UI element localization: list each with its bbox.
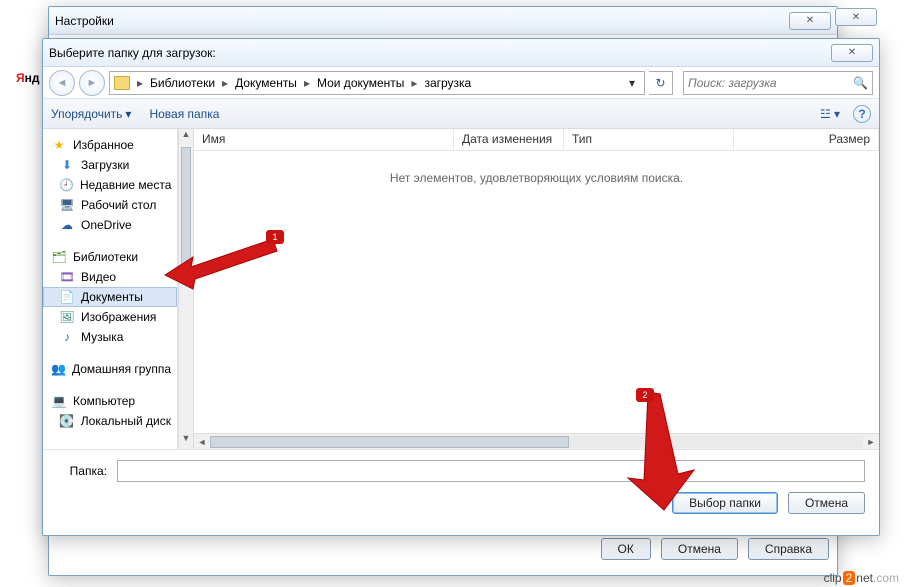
- dialog-title: Выберите папку для загрузок:: [49, 46, 831, 60]
- horizontal-scrollbar[interactable]: ◄ ►: [194, 433, 879, 449]
- cancel-button[interactable]: Отмена: [661, 538, 738, 560]
- desktop-icon: 🖥: [59, 197, 75, 213]
- music-icon: ♪: [59, 329, 75, 345]
- close-icon: ✕: [848, 47, 856, 58]
- nav-scrollbar[interactable]: ▲ ▼: [178, 129, 194, 449]
- video-icon: 🎞: [59, 269, 75, 285]
- scroll-up-button[interactable]: ▲: [179, 129, 193, 145]
- documents-icon: 📄: [59, 289, 75, 305]
- file-list-area: Имя Дата изменения Тип Размер Нет элемен…: [194, 129, 879, 449]
- onedrive-icon: ☁: [59, 217, 75, 233]
- background-brand: Янд: [16, 62, 40, 88]
- nav-video[interactable]: 🎞Видео: [43, 267, 177, 287]
- main-area: ★Избранное ⬇Загрузки 🕘Недавние места 🖥Ра…: [43, 129, 879, 449]
- folder-input[interactable]: [117, 460, 865, 482]
- close-icon: ✕: [806, 15, 814, 26]
- breadcrumb-item[interactable]: Документы: [232, 76, 300, 90]
- column-type[interactable]: Тип: [564, 129, 734, 150]
- settings-titlebar[interactable]: Настройки ✕: [49, 7, 837, 35]
- help-icon[interactable]: ?: [853, 105, 871, 123]
- disk-icon: 💽: [59, 413, 75, 429]
- close-button[interactable]: ✕: [789, 12, 831, 30]
- breadcrumb-item[interactable]: Библиотеки: [147, 76, 218, 90]
- chevron-right-icon: ▸: [135, 76, 145, 90]
- breadcrumb-item[interactable]: Мои документы: [314, 76, 407, 90]
- toolbar: Упорядочить▾ Новая папка ☳ ▾ ?: [43, 99, 879, 129]
- nav-localdisk[interactable]: 💽Локальный диск: [43, 411, 177, 431]
- dialog-footer: Папка: Выбор папки Отмена: [43, 449, 879, 524]
- settings-title: Настройки: [55, 14, 789, 28]
- dialog-titlebar[interactable]: Выберите папку для загрузок: ✕: [43, 39, 879, 67]
- column-headers: Имя Дата изменения Тип Размер: [194, 129, 879, 151]
- view-options-button[interactable]: ☳ ▾: [817, 104, 843, 124]
- nav-favorites[interactable]: ★Избранное: [43, 135, 177, 155]
- watermark: clip2net.com: [824, 571, 899, 585]
- nav-homegroup[interactable]: 👥Домашняя группа: [43, 359, 177, 379]
- help-button[interactable]: Справка: [748, 538, 829, 560]
- close-button[interactable]: ✕: [831, 44, 873, 62]
- scroll-right-button[interactable]: ►: [863, 437, 879, 447]
- folder-icon: [114, 76, 130, 90]
- column-date[interactable]: Дата изменения: [454, 129, 564, 150]
- cancel-button[interactable]: Отмена: [788, 492, 865, 514]
- breadcrumb-item[interactable]: загрузка: [421, 76, 474, 90]
- nav-music[interactable]: ♪Музыка: [43, 327, 177, 347]
- search-box[interactable]: 🔍: [683, 71, 873, 95]
- new-folder-button[interactable]: Новая папка: [149, 107, 219, 121]
- scroll-thumb[interactable]: [210, 436, 569, 448]
- empty-message: Нет элементов, удовлетворяющих условиям …: [194, 151, 879, 433]
- navigation-pane: ★Избранное ⬇Загрузки 🕘Недавние места 🖥Ра…: [43, 129, 178, 449]
- breadcrumb-dropdown[interactable]: ▾: [624, 76, 640, 90]
- chevron-right-icon: ▸: [302, 76, 312, 90]
- computer-icon: 💻: [51, 393, 67, 409]
- search-icon[interactable]: 🔍: [853, 76, 868, 90]
- close-icon: ✕: [852, 12, 860, 23]
- libraries-icon: 🗂: [51, 249, 67, 265]
- chevron-right-icon: ▸: [220, 76, 230, 90]
- homegroup-icon: 👥: [51, 361, 66, 377]
- chevron-right-icon: ▸: [409, 76, 419, 90]
- background-close-button[interactable]: ✕: [835, 8, 877, 26]
- download-icon: ⬇: [59, 157, 75, 173]
- recent-icon: 🕘: [59, 177, 74, 193]
- scroll-thumb[interactable]: [181, 147, 191, 275]
- nav-pictures[interactable]: 🖼Изображения: [43, 307, 177, 327]
- column-name[interactable]: Имя: [194, 129, 454, 150]
- ok-button[interactable]: ОК: [601, 538, 651, 560]
- nav-desktop[interactable]: 🖥Рабочий стол: [43, 195, 177, 215]
- star-icon: ★: [51, 137, 67, 153]
- chevron-down-icon: ▾: [125, 107, 131, 121]
- column-size[interactable]: Размер: [734, 129, 879, 150]
- pictures-icon: 🖼: [59, 309, 75, 325]
- nav-downloads[interactable]: ⬇Загрузки: [43, 155, 177, 175]
- address-bar: ◄ ► ▸ Библиотеки ▸ Документы ▸ Мои докум…: [43, 67, 879, 99]
- nav-documents[interactable]: 📄Документы: [43, 287, 177, 307]
- nav-computer[interactable]: 💻Компьютер: [43, 391, 177, 411]
- nav-recent[interactable]: 🕘Недавние места: [43, 175, 177, 195]
- folder-browse-dialog: Выберите папку для загрузок: ✕ ◄ ► ▸ Биб…: [42, 38, 880, 536]
- folder-label: Папка:: [57, 464, 107, 478]
- back-button[interactable]: ◄: [49, 70, 75, 96]
- nav-onedrive[interactable]: ☁OneDrive: [43, 215, 177, 235]
- scroll-left-button[interactable]: ◄: [194, 437, 210, 447]
- search-input[interactable]: [688, 76, 853, 90]
- nav-libraries[interactable]: 🗂Библиотеки: [43, 247, 177, 267]
- forward-button[interactable]: ►: [79, 70, 105, 96]
- scroll-down-button[interactable]: ▼: [179, 433, 193, 449]
- organize-button[interactable]: Упорядочить▾: [51, 107, 131, 121]
- refresh-button[interactable]: ↻: [649, 71, 673, 95]
- select-folder-button[interactable]: Выбор папки: [672, 492, 778, 514]
- breadcrumb-bar[interactable]: ▸ Библиотеки ▸ Документы ▸ Мои документы…: [109, 71, 645, 95]
